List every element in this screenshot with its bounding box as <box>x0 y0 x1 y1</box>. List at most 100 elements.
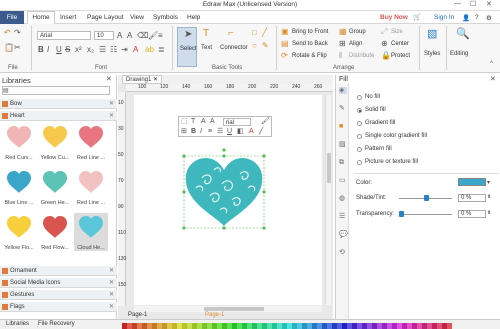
library-shape[interactable]: Yellow Cu... <box>38 123 72 161</box>
image-icon[interactable]: ▨ <box>339 141 347 148</box>
close-category-icon[interactable]: ✕ <box>109 111 114 121</box>
mini-format-icon[interactable]: ⊞ <box>181 128 187 136</box>
strikethrough-icon[interactable]: S <box>65 46 70 54</box>
shade-slider-thumb[interactable] <box>424 195 429 201</box>
select-tool-button[interactable]: ➤ Select <box>177 27 197 67</box>
buy-now-link[interactable]: Buy Now <box>380 14 408 21</box>
sign-in-link[interactable]: Sign In <box>434 14 454 21</box>
subscript-icon[interactable]: x₂ <box>87 46 94 54</box>
page-icon[interactable]: ▭ <box>339 177 347 184</box>
fill-color-picker[interactable] <box>458 178 486 186</box>
library-menu-icon[interactable]: ▤ <box>3 87 9 95</box>
fill-option-label[interactable]: Solid fill <box>365 107 386 113</box>
superscript-icon[interactable]: x² <box>75 46 82 54</box>
mini-italic-icon[interactable]: I <box>200 128 202 136</box>
bold-icon[interactable]: B <box>38 46 44 54</box>
horizontal-scrollbar[interactable] <box>134 306 322 312</box>
history-icon[interactable]: ⟲ <box>339 249 347 256</box>
fill-option-label[interactable]: Gradient fill <box>365 120 395 126</box>
send-back-button[interactable]: Send to Back <box>292 41 328 47</box>
align-text-icon[interactable]: ≣ <box>158 46 165 54</box>
symbol-icon[interactable]: ◍ <box>339 195 347 202</box>
styles-icon[interactable]: ▧ <box>427 29 437 40</box>
fill-option-label[interactable]: Single color gradient fill <box>365 133 427 139</box>
group-button[interactable]: Group <box>349 29 366 35</box>
close-panel-icon[interactable]: ✕ <box>490 76 496 84</box>
fill-option-label[interactable]: No fill <box>365 94 380 100</box>
circle-icon[interactable]: ○ <box>252 42 257 50</box>
fill-option-radio[interactable] <box>357 121 362 126</box>
tab-drawing1[interactable]: Drawing1 ✕ <box>122 75 163 84</box>
category-heart[interactable]: Heart ✕ <box>0 111 117 121</box>
format-painter-icon[interactable]: 🖌 <box>148 32 158 40</box>
selected-heart-shape[interactable] <box>182 148 266 230</box>
close-category-icon[interactable]: ✕ <box>109 290 114 300</box>
paint-icon[interactable]: 🖌 <box>261 118 270 126</box>
library-search-input[interactable] <box>2 86 110 95</box>
text-tool-button[interactable]: T Text <box>199 27 219 67</box>
tab-symbols[interactable]: Symbols <box>153 14 178 21</box>
library-shape[interactable]: Yellow Flo... <box>2 213 36 251</box>
cart-icon[interactable]: 🛒 <box>413 13 421 21</box>
libraries-tab[interactable]: Libraries <box>6 321 29 327</box>
outline-icon[interactable]: ☰ <box>339 213 347 220</box>
mini-fill-icon[interactable]: ◧ <box>237 128 244 136</box>
category-flags[interactable]: Flags ✕ <box>0 302 117 312</box>
undo-icon[interactable]: ↶ <box>4 29 11 37</box>
find-replace-icon[interactable]: 🔍 <box>456 29 470 40</box>
stepper-icon[interactable]: ⬍ <box>487 193 491 201</box>
line-icon[interactable]: ╱ <box>262 29 267 37</box>
mini-underline-icon[interactable]: U <box>227 128 232 136</box>
tab-view[interactable]: View <box>130 14 144 21</box>
editing-button-label[interactable]: Editing <box>450 51 468 57</box>
tab-home[interactable]: Home <box>27 11 55 24</box>
mini-line-icon[interactable]: ╱ <box>259 128 263 136</box>
bring-front-button[interactable]: Bring to Front <box>292 29 328 35</box>
shade-tint-input[interactable]: 0 % <box>458 194 486 202</box>
library-shape[interactable]: Red Line ... <box>74 168 108 206</box>
tab-insert[interactable]: Insert <box>60 14 76 21</box>
rectangle-icon[interactable]: □ <box>252 29 257 37</box>
select-icon[interactable]: ⬚ <box>181 118 188 126</box>
paste-icon[interactable]: 📋 <box>4 44 14 52</box>
mini-font-color-icon[interactable]: A <box>249 128 254 136</box>
center-button[interactable]: Center <box>391 41 409 47</box>
fill-option-label[interactable]: Picture or texture fill <box>365 159 418 165</box>
cut-icon[interactable]: ✂ <box>14 44 21 52</box>
close-category-icon[interactable]: ✕ <box>109 99 114 109</box>
mini-align-icon[interactable]: ≡ <box>208 128 212 136</box>
mini-font-select[interactable]: rial <box>223 118 251 126</box>
file-menu-button[interactable]: File <box>0 11 24 24</box>
fill-option-radio[interactable] <box>357 95 362 100</box>
bullets-icon[interactable]: ☰ <box>99 46 106 54</box>
font-size-select[interactable]: 10 <box>94 31 114 40</box>
scroll-thumb[interactable] <box>204 307 264 311</box>
tab-page-layout[interactable]: Page Layout <box>87 14 124 21</box>
pen-icon[interactable]: ✎ <box>262 42 269 50</box>
redo-icon[interactable]: ↷ <box>14 29 21 37</box>
rotate-flip-button[interactable]: Rotate & Flip <box>292 53 327 59</box>
library-shape[interactable]: Red Curv... <box>2 123 36 161</box>
maximize-button[interactable]: ☐ <box>470 0 476 8</box>
numbering-icon[interactable]: ☷ <box>110 46 117 54</box>
close-button[interactable]: ✕ <box>486 0 492 8</box>
category-gestures[interactable]: Gestures ✕ <box>0 290 117 300</box>
comment-icon[interactable]: 💬 <box>339 231 348 238</box>
close-panel-icon[interactable]: ✕ <box>106 76 112 84</box>
size-button[interactable]: Size <box>391 29 403 35</box>
fill-icon[interactable]: ◈ <box>339 87 347 94</box>
fill-option-label[interactable]: Pattern fill <box>365 146 392 152</box>
help-icon[interactable]: ? <box>475 14 479 21</box>
close-category-icon[interactable]: ✕ <box>109 302 114 312</box>
scroll-thumb[interactable] <box>327 153 331 183</box>
close-category-icon[interactable]: ✕ <box>109 278 114 288</box>
fill-option-radio[interactable] <box>357 160 362 165</box>
underline-icon[interactable]: U <box>56 46 62 54</box>
library-shape[interactable]: Red Line ... <box>74 123 108 161</box>
transparency-slider[interactable] <box>399 214 452 215</box>
distribute-button[interactable]: Distribute <box>349 53 374 59</box>
tab-help[interactable]: Help <box>187 14 200 21</box>
font-name-select[interactable]: Arial <box>37 31 91 40</box>
highlight-icon[interactable]: ab <box>145 46 154 54</box>
library-shape[interactable]: Red Flow... <box>38 213 72 251</box>
